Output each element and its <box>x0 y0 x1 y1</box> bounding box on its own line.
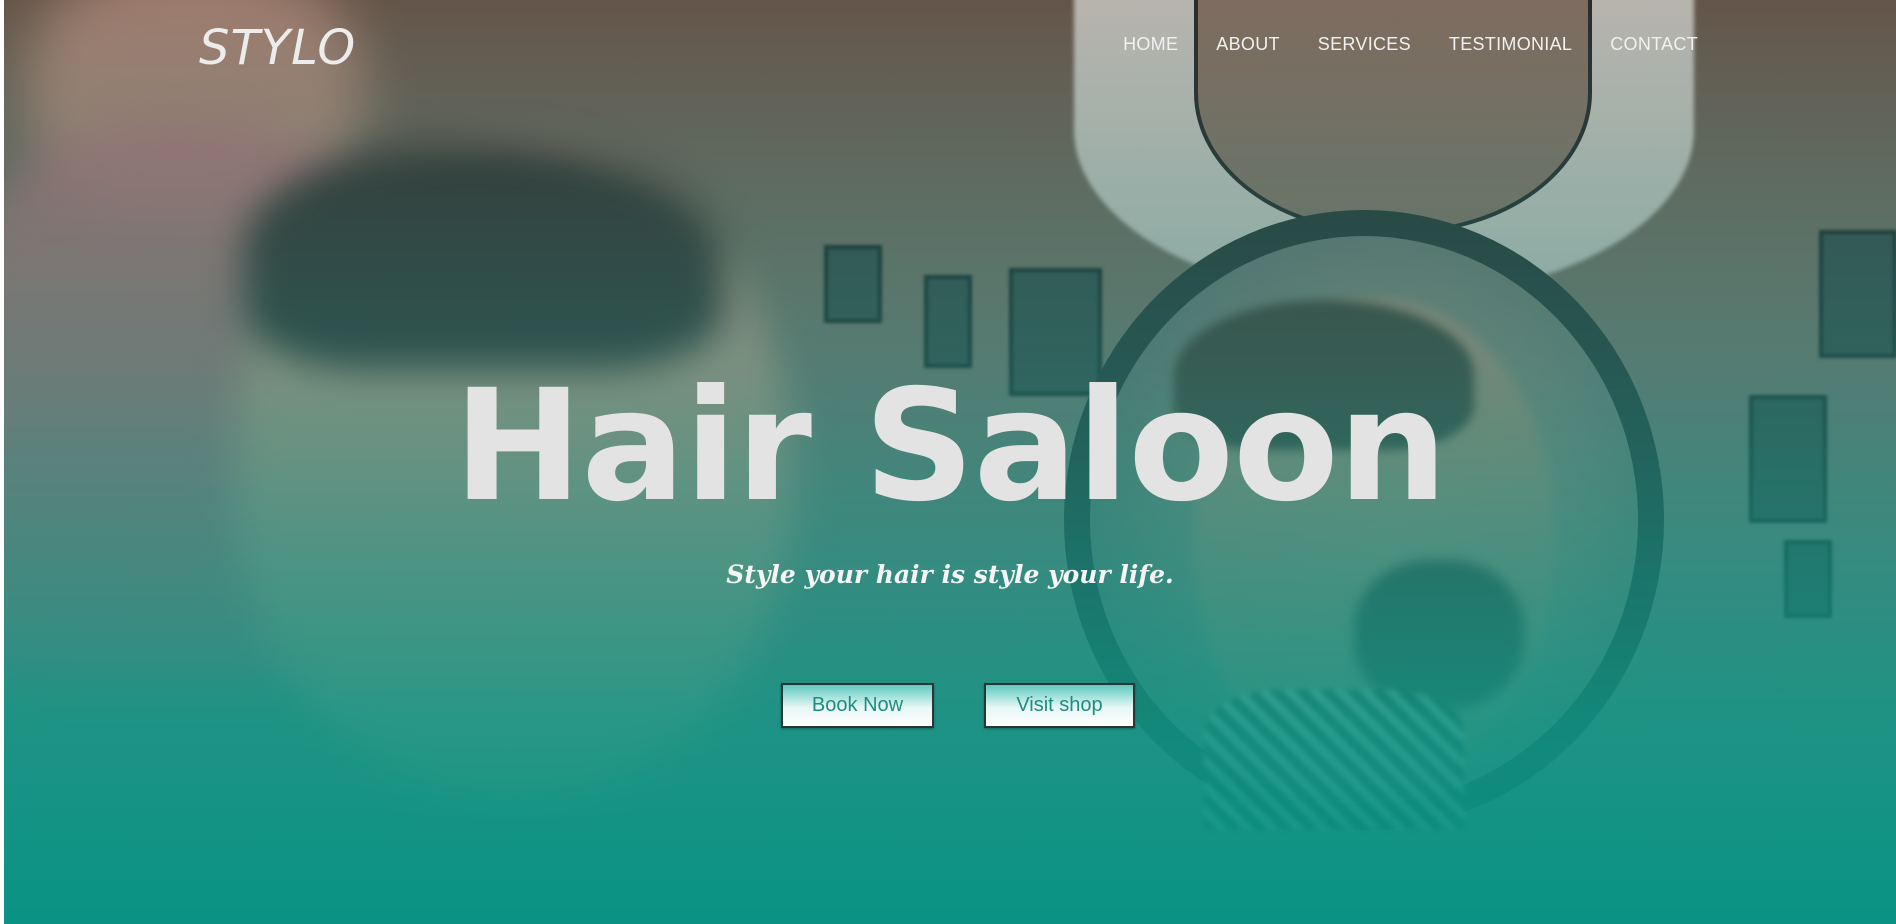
main-nav: HOME ABOUT SERVICES TESTIMONIAL CONTACT <box>1123 34 1698 55</box>
hero-title: Hair Saloon <box>453 357 1447 536</box>
brand-logo[interactable]: STYLO <box>199 20 356 76</box>
nav-item-home[interactable]: HOME <box>1123 34 1178 55</box>
hero-section: STYLO HOME ABOUT SERVICES TESTIMONIAL CO… <box>4 0 1896 924</box>
nav-item-testimonial[interactable]: TESTIMONIAL <box>1449 34 1572 55</box>
hero-actions: Book Now Visit shop <box>781 683 1135 728</box>
nav-item-contact[interactable]: CONTACT <box>1610 34 1698 55</box>
hero-tagline: Style your hair is style your life. <box>726 560 1174 589</box>
book-now-button[interactable]: Book Now <box>781 683 934 728</box>
nav-item-services[interactable]: SERVICES <box>1318 34 1411 55</box>
visit-shop-button[interactable]: Visit shop <box>984 683 1135 728</box>
nav-item-about[interactable]: ABOUT <box>1216 34 1280 55</box>
